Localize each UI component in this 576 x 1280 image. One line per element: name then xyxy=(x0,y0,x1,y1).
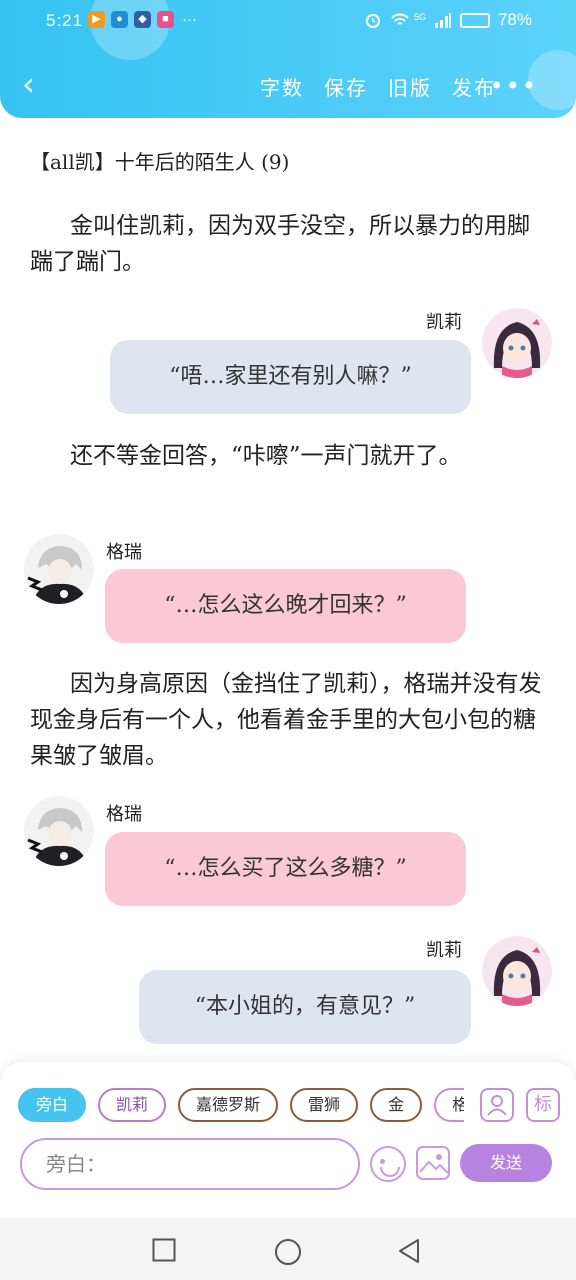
notification-icons: ▶ ● ◆ ■ ··· xyxy=(88,11,197,28)
avatar-kaili[interactable] xyxy=(482,308,552,378)
shield-icon: ◆ xyxy=(134,11,151,28)
role-chip-jiade[interactable]: 嘉德罗斯 xyxy=(178,1088,279,1122)
network-type: 5G xyxy=(413,12,426,22)
signal-icon xyxy=(434,13,451,28)
speaker-name: 凯莉 xyxy=(426,312,462,333)
dialogue-bubble-gerui[interactable]: “…怎么这么晚才回来？” xyxy=(105,569,466,643)
role-chip-leishi[interactable]: 雷狮 xyxy=(290,1088,359,1122)
clock: 5:21 xyxy=(46,11,84,30)
save-button[interactable]: 保存 xyxy=(324,72,368,101)
speaker-name: 凯莉 xyxy=(426,940,462,961)
back-nav-icon[interactable] xyxy=(396,1238,422,1264)
image-icon[interactable] xyxy=(416,1146,450,1180)
battery-icon xyxy=(459,12,490,28)
narration-paragraph[interactable]: 金叫住凯莉，因为双手没空，所以暴力的用脚踹了踹门。 xyxy=(30,208,546,280)
role-chip-jin[interactable]: 金 xyxy=(370,1088,423,1122)
narration-paragraph[interactable]: 还不等金回答，“咔嚓”一声门就开了。 xyxy=(30,438,546,474)
wifi-icon xyxy=(391,13,409,25)
more-options-button[interactable]: ••• xyxy=(490,72,538,100)
app-notification-icon: ■ xyxy=(157,11,174,28)
more-notifications-icon: ··· xyxy=(182,11,197,28)
back-button[interactable]: ‹ xyxy=(22,68,42,100)
home-icon[interactable] xyxy=(274,1238,302,1266)
role-chip-narrator[interactable]: 旁白 xyxy=(18,1088,87,1122)
dialogue-bubble-gerui[interactable]: “…怎么买了这么多糖？” xyxy=(105,832,466,906)
story-title: 【all凯】十年后的陌生人 (9) xyxy=(30,150,290,174)
role-chip-gerui[interactable]: 格 xyxy=(434,1088,464,1122)
alarm-icon xyxy=(365,14,380,28)
tag-button[interactable]: 标 xyxy=(526,1088,560,1122)
app-notification-icon: ● xyxy=(111,11,128,28)
app-header: 5:21 ▶ ● ◆ ■ ··· 5G 78% ‹ 字数 保存 旧版 发布 ••… xyxy=(0,0,576,118)
header-actions: 字数 保存 旧版 发布 xyxy=(260,72,496,101)
avatar-kaili[interactable] xyxy=(482,936,552,1006)
word-count-button[interactable]: 字数 xyxy=(260,72,304,101)
old-version-button[interactable]: 旧版 xyxy=(388,72,432,101)
dialogue-bubble-kaili[interactable]: “唔…家里还有别人嘛？” xyxy=(110,340,471,414)
character-manage-icon[interactable] xyxy=(480,1088,514,1122)
emoji-icon[interactable] xyxy=(370,1146,406,1182)
dialogue-input[interactable]: 旁白： xyxy=(20,1138,360,1190)
avatar-gerui[interactable] xyxy=(24,796,94,866)
speaker-name: 格瑞 xyxy=(106,542,142,563)
narration-paragraph[interactable]: 因为身高原因（金挡住了凯莉），格瑞并没有发现金身后有一个人，他看着金手里的大包小… xyxy=(30,666,546,774)
role-chip-kaili[interactable]: 凯莉 xyxy=(98,1088,167,1122)
send-button[interactable]: 发送 xyxy=(460,1144,552,1182)
role-chips: 旁白 凯莉 嘉德罗斯 雷狮 金 格 xyxy=(18,1088,464,1124)
system-icons: 5G 78% xyxy=(364,10,532,30)
dialogue-bubble-kaili[interactable]: “本小姐的，有意见？” xyxy=(139,970,471,1044)
recent-apps-icon[interactable] xyxy=(152,1238,176,1262)
battery-percent: 78% xyxy=(497,10,532,29)
composer-panel: 旁白 凯莉 嘉德罗斯 雷狮 金 格 标 旁白： 发送 xyxy=(0,1062,576,1218)
speaker-name: 格瑞 xyxy=(106,804,142,825)
system-navigation-bar xyxy=(0,1218,576,1280)
app-notification-icon: ▶ xyxy=(88,11,105,28)
status-bar: 5:21 ▶ ● ◆ ■ ··· 5G 78% xyxy=(0,8,576,36)
avatar-gerui[interactable] xyxy=(24,534,94,604)
